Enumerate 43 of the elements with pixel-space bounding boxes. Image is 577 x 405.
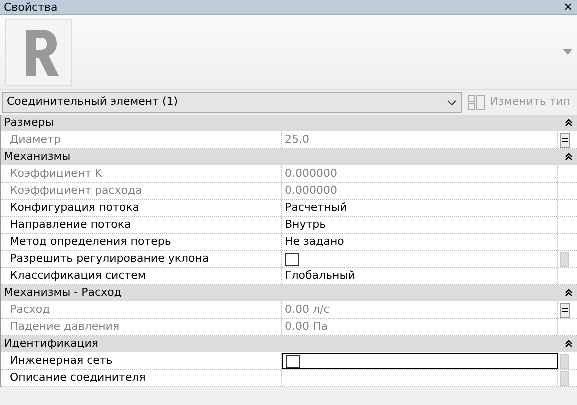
property-name: Классификация систем [1,268,282,284]
property-name: Разрешить регулирование уклона [1,251,282,267]
property-name: Конфигурация потока [1,200,282,216]
dropdown-arrow-icon[interactable] [563,49,573,55]
collapse-icon[interactable] [565,340,573,348]
checkbox[interactable] [286,354,300,368]
dropdown-value: Соединительный элемент (1) [7,94,178,110]
property-value: 0.00 Па [285,318,328,335]
collapse-icon[interactable] [565,289,573,297]
chevron-icon [447,100,457,106]
property-name: Описание соединителя [1,370,282,386]
group-title: Механизмы [4,148,71,165]
collapse-icon[interactable] [565,153,573,161]
property-value: 0.000000 [285,182,338,199]
group-title: Идентификация [4,336,99,352]
window-title: Свойства [4,2,58,12]
property-name: Направление потока [1,217,282,233]
property-value: 25.0 [285,132,310,148]
edit-type-icon [468,94,486,110]
property-name: Коэффициент K [1,166,282,182]
checkbox[interactable] [285,252,299,266]
property-name: Падение давления [1,319,282,335]
property-name: Диаметр [1,132,282,148]
close-button[interactable]: ✕ [564,2,573,12]
property-name: Коэффициент расхода [1,183,282,199]
property-value: 0.00 л/с [285,302,330,318]
value-field[interactable] [282,353,558,369]
property-name: Метод определения потерь [1,234,282,250]
property-value[interactable]: Расчетный [285,200,348,216]
group-title: Механизмы - Расход [4,284,122,301]
group-header[interactable]: Механизмы [1,149,577,166]
property-value[interactable]: Не задано [285,234,344,250]
property-value[interactable]: Внутрь [285,216,326,234]
property-value: 0.000000 [285,166,338,182]
property-value[interactable]: Глобальный [285,268,356,284]
group-title: Размеры [4,114,54,131]
group-header[interactable]: Размеры [1,115,577,132]
group-header[interactable]: Идентификация [1,336,577,353]
property-name: Расход [1,302,282,318]
collapse-icon[interactable] [565,119,573,127]
property-name: Инженерная сеть [1,353,282,369]
type-dropdown[interactable]: Соединительный элемент (1) [2,92,462,113]
group-header[interactable]: Механизмы - Расход [1,285,577,302]
